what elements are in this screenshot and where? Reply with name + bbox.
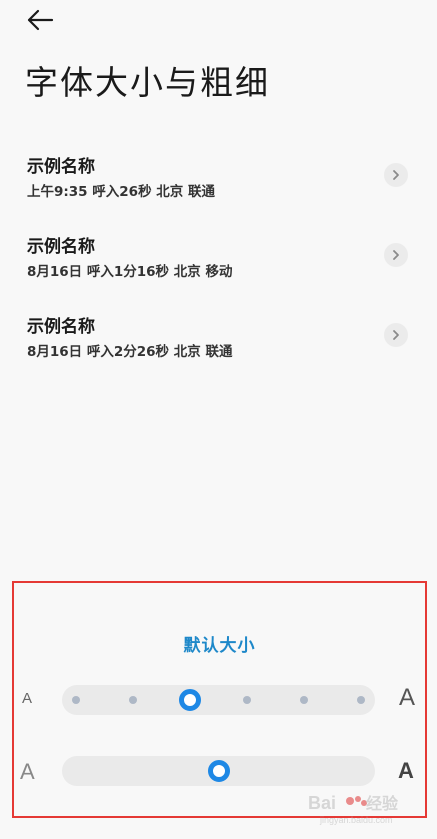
baidu-jingyan-watermark: Bai 经验 jingyan.baidu.com bbox=[308, 793, 399, 825]
call-detail: 8月16日 呼入2分26秒 北京 联通 bbox=[27, 344, 233, 360]
size-step-dot[interactable] bbox=[129, 696, 137, 704]
call-detail: 8月16日 呼入1分16秒 北京 移动 bbox=[27, 264, 233, 280]
detail-button[interactable] bbox=[384, 243, 408, 267]
svg-text:jingyan.baidu.com: jingyan.baidu.com bbox=[319, 815, 393, 825]
font-size-control-panel: 默认大小 A A A A bbox=[12, 581, 427, 818]
arrow-left-icon bbox=[27, 9, 54, 31]
size-max-label: A bbox=[399, 684, 416, 711]
weight-slider-knob[interactable] bbox=[207, 760, 230, 782]
font-settings-page: 字体大小与粗细 示例名称 上午9:35 呼入26秒 北京 联通 示例名称 8月1… bbox=[0, 0, 437, 839]
call-detail: 上午9:35 呼入26秒 北京 联通 bbox=[27, 184, 215, 200]
svg-text:Bai: Bai bbox=[308, 793, 336, 813]
page-title: 字体大小与粗细 bbox=[25, 63, 270, 102]
chevron-right-icon bbox=[393, 330, 399, 340]
list-item[interactable]: 示例名称 8月16日 呼入2分26秒 北京 联通 bbox=[0, 294, 437, 374]
size-step-dot[interactable] bbox=[72, 696, 80, 704]
size-min-label: A bbox=[22, 690, 33, 707]
call-log-list: 示例名称 上午9:35 呼入26秒 北京 联通 示例名称 8月16日 呼入1分1… bbox=[0, 134, 437, 374]
contact-name: 示例名称 bbox=[27, 157, 95, 177]
list-item[interactable]: 示例名称 8月16日 呼入1分16秒 北京 移动 bbox=[0, 214, 437, 294]
contact-name: 示例名称 bbox=[27, 317, 95, 337]
back-button[interactable] bbox=[22, 4, 58, 36]
size-slider-knob[interactable] bbox=[179, 689, 201, 711]
detail-button[interactable] bbox=[384, 163, 408, 187]
size-step-dot[interactable] bbox=[357, 696, 365, 704]
font-size-slider[interactable] bbox=[62, 685, 375, 715]
list-item[interactable]: 示例名称 上午9:35 呼入26秒 北京 联通 bbox=[0, 134, 437, 214]
size-step-dot[interactable] bbox=[300, 696, 308, 704]
weight-max-label: A bbox=[398, 758, 414, 783]
font-size-label: 默认大小 bbox=[183, 636, 256, 656]
detail-button[interactable] bbox=[384, 323, 408, 347]
chevron-right-icon bbox=[393, 250, 399, 260]
weight-min-label: A bbox=[20, 759, 35, 784]
font-weight-slider[interactable] bbox=[62, 756, 375, 786]
contact-name: 示例名称 bbox=[27, 237, 95, 257]
chevron-right-icon bbox=[393, 170, 399, 180]
size-step-dot[interactable] bbox=[243, 696, 251, 704]
svg-text:经验: 经验 bbox=[366, 794, 399, 813]
